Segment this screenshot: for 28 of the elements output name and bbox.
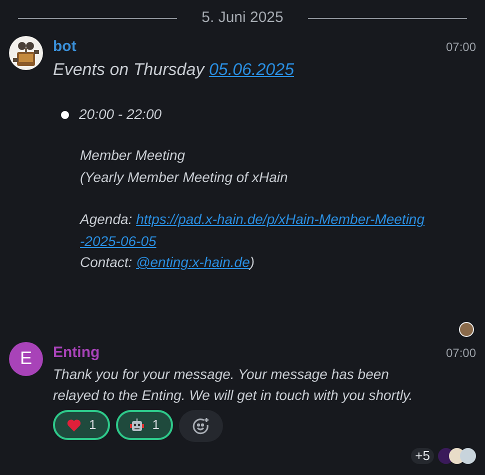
reaction-button[interactable]: 1 bbox=[53, 410, 110, 440]
link[interactable]: @enting:x-hain.de bbox=[136, 254, 250, 270]
event-description: (Yearly Member Meeting of xHain bbox=[80, 168, 289, 187]
event-time: 20:00 - 22:00 bbox=[79, 105, 162, 124]
sender-name[interactable]: bot bbox=[53, 36, 76, 58]
avatar[interactable]: E bbox=[9, 342, 43, 376]
bullet-icon bbox=[61, 110, 69, 118]
message-text: Thank you for your message. Your message has been relayed to the Enting. We will get in touch with you shortly. bbox=[53, 365, 414, 405]
sender-name[interactable]: Enting bbox=[53, 342, 100, 364]
heart-icon bbox=[67, 418, 81, 432]
message-time: 07:00 bbox=[446, 38, 476, 56]
reaction-button[interactable]: 1 bbox=[116, 410, 174, 440]
agenda-label: Agenda: bbox=[80, 211, 132, 227]
robot-icon bbox=[130, 418, 144, 432]
link[interactable]: https://pad.x-hain.de/p/xHain-Member-Meeting bbox=[136, 211, 425, 227]
event-description: Member Meeting bbox=[80, 146, 186, 165]
smiley-plus-icon bbox=[192, 417, 210, 435]
message-time: 07:00 bbox=[446, 344, 476, 362]
reader-avatars-icon[interactable] bbox=[438, 448, 476, 464]
reader-count: +5 bbox=[411, 448, 434, 464]
link[interactable]: -2025-06-05 bbox=[80, 232, 156, 248]
link[interactable]: 05.06.2025 bbox=[208, 60, 294, 79]
closing-parenthesis: ) bbox=[250, 254, 255, 270]
contact-label: Contact: bbox=[80, 254, 132, 270]
add-reaction-button[interactable] bbox=[179, 410, 224, 442]
read-receipt-avatar[interactable] bbox=[459, 322, 474, 336]
date-separator: 5. Juni 2025 bbox=[202, 8, 284, 28]
event-title: Events on Thursday bbox=[53, 60, 204, 79]
